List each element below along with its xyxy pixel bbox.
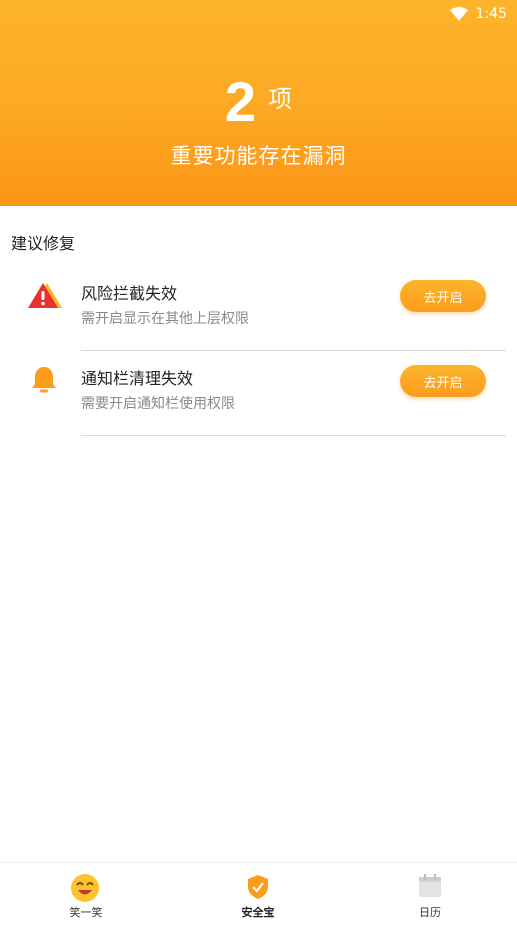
tab-security[interactable]: 安全宝 (172, 863, 344, 925)
tab-label: 日历 (419, 906, 441, 919)
item-description: 需开启显示在其他上层权限 (81, 311, 249, 327)
item-description: 需要开启通知栏使用权限 (81, 396, 235, 412)
warning-icon (28, 280, 62, 312)
tab-label: 安全宝 (241, 906, 275, 919)
divider (81, 435, 506, 436)
tab-smile[interactable]: 笑一笑 (0, 863, 172, 925)
issue-count-unit: 项 (268, 85, 293, 113)
issue-count-number: 2 (224, 70, 257, 133)
wifi-icon (449, 7, 468, 21)
list-item-notification-cleanup: 通知栏清理失效 需要开启通知栏使用权限 去开启 (0, 365, 517, 449)
status-time: 1:45 (475, 6, 507, 22)
calendar-icon (416, 873, 444, 901)
item-title: 风险拦截失效 (81, 284, 178, 303)
divider (81, 350, 506, 351)
bell-icon (30, 365, 62, 397)
smile-icon (70, 873, 99, 902)
list-item-risk-interception: 风险拦截失效 需开启显示在其他上层权限 去开启 (0, 280, 517, 364)
tab-label: 笑一笑 (69, 906, 103, 919)
enable-button[interactable]: 去开启 (400, 365, 486, 397)
item-title: 通知栏清理失效 (81, 369, 194, 388)
status-bar: 1:45 (449, 4, 507, 24)
tab-calendar[interactable]: 日历 (344, 863, 516, 925)
shield-icon (244, 873, 272, 901)
header-subtitle: 重要功能存在漏洞 (170, 144, 347, 168)
header-banner: 1:45 2 项 重要功能存在漏洞 (0, 0, 517, 206)
enable-button[interactable]: 去开启 (400, 280, 486, 312)
issue-count: 2 项 (0, 72, 517, 132)
bottom-tab-bar: 笑一笑 安全宝 日历 (0, 862, 517, 925)
section-title: 建议修复 (11, 234, 76, 253)
